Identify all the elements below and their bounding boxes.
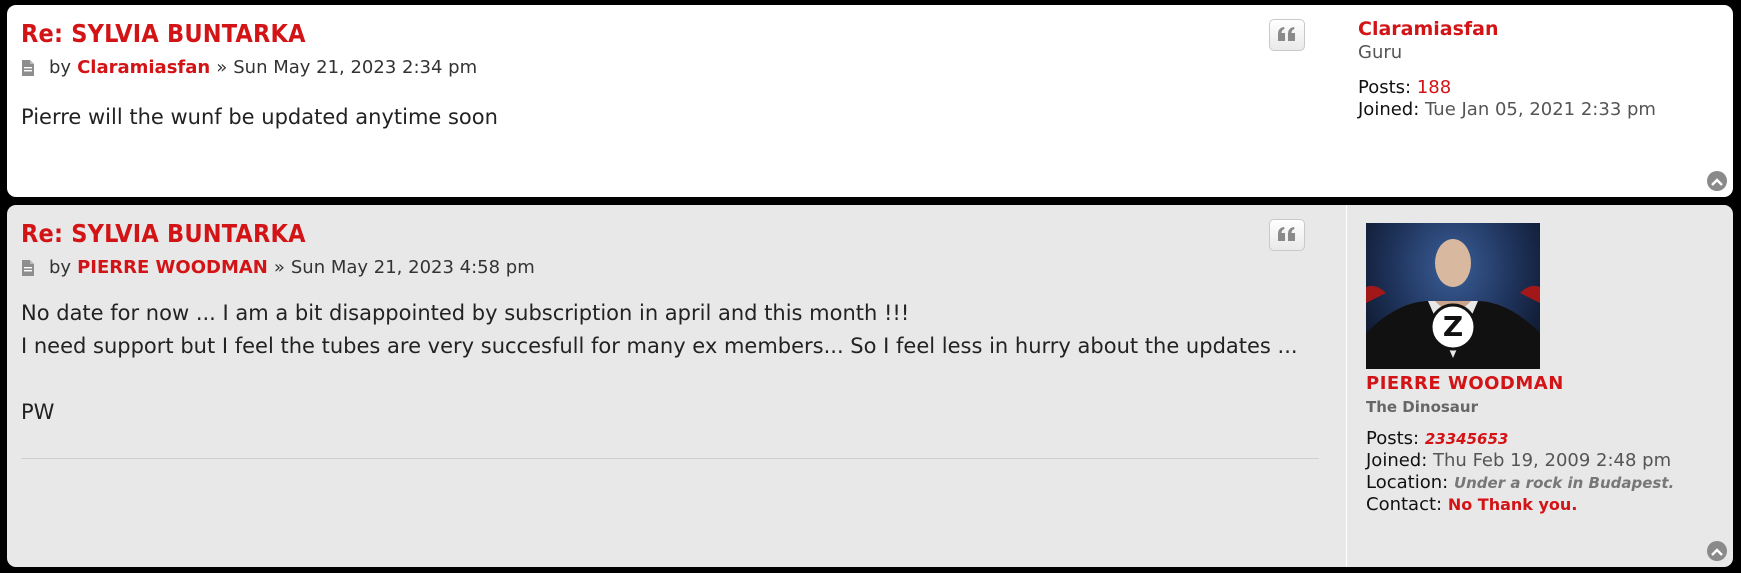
- back-to-top-button[interactable]: [1707, 541, 1727, 561]
- posts-label: Posts:: [1358, 77, 1412, 98]
- back-to-top-icon: [1711, 172, 1723, 191]
- location-value: Under a rock in Budapest.: [1453, 474, 1675, 492]
- post-content-signature: PW: [21, 400, 55, 424]
- quote-button[interactable]: [1269, 219, 1305, 251]
- posts-label: Posts:: [1366, 428, 1420, 449]
- profile-joined: Joined: Thu Feb 19, 2009 2:48 pm: [1366, 450, 1671, 472]
- contact-label: Contact:: [1366, 494, 1443, 515]
- post-profile: Z PIERRE WOODMAN The Dinosaur Posts: 233…: [1346, 205, 1723, 567]
- post-page-icon[interactable]: [21, 259, 35, 276]
- post-content: Pierre will the wunf be updated anytime …: [21, 101, 498, 134]
- post-content-line: [21, 363, 1298, 396]
- posts-count-link[interactable]: 23345653: [1425, 430, 1509, 448]
- profile-contact: Contact: No Thank you.: [1366, 494, 1577, 516]
- joined-value: Tue Jan 05, 2021 2:33 pm: [1425, 99, 1656, 120]
- profile-posts: Posts: 23345653: [1366, 428, 1508, 450]
- quote-button[interactable]: [1269, 19, 1305, 51]
- quote-icon: [1278, 26, 1296, 45]
- post-title[interactable]: Re: SYLVIA BUNTARKA: [21, 219, 306, 248]
- signature-divider: [21, 458, 1319, 459]
- post-content-line: No date for now ... I am a bit disappoin…: [21, 301, 910, 325]
- profile-rank: The Dinosaur: [1366, 398, 1479, 416]
- meta-separator: »: [273, 257, 285, 278]
- location-label: Location:: [1366, 472, 1449, 493]
- post-title[interactable]: Re: SYLVIA BUNTARKA: [21, 19, 306, 48]
- post-2: Re: SYLVIA BUNTARKA by PIERRE WOODMAN » …: [7, 205, 1733, 567]
- quote-icon: [1278, 226, 1296, 245]
- profile-posts: Posts: 188: [1358, 77, 1451, 99]
- by-label: by: [49, 257, 72, 278]
- meta-separator: »: [216, 57, 228, 78]
- post-meta: by PIERRE WOODMAN » Sun May 21, 2023 4:5…: [21, 257, 535, 278]
- joined-label: Joined:: [1366, 450, 1428, 471]
- post-content-line: I need support but I feel the tubes are …: [21, 334, 1298, 358]
- post-1: Re: SYLVIA BUNTARKA by Claramiasfan » Su…: [7, 5, 1733, 197]
- post-content-line: Pierre will the wunf be updated anytime …: [21, 105, 498, 129]
- back-to-top-button[interactable]: [1707, 171, 1727, 191]
- joined-value: Thu Feb 19, 2009 2:48 pm: [1433, 450, 1672, 471]
- post-content: No date for now ... I am a bit disappoin…: [21, 297, 1298, 429]
- post-author-link[interactable]: Claramiasfan: [77, 57, 210, 78]
- profile-username[interactable]: Claramiasfan: [1358, 18, 1499, 40]
- profile-username[interactable]: PIERRE WOODMAN: [1366, 373, 1564, 394]
- profile-location: Location: Under a rock in Budapest.: [1366, 472, 1674, 494]
- back-to-top-icon: [1711, 542, 1723, 561]
- posts-count-link[interactable]: 188: [1417, 77, 1451, 98]
- post-date: Sun May 21, 2023 2:34 pm: [233, 57, 478, 78]
- contact-value[interactable]: No Thank you.: [1448, 495, 1578, 514]
- post-meta: by Claramiasfan » Sun May 21, 2023 2:34 …: [21, 57, 477, 78]
- by-label: by: [49, 57, 72, 78]
- post-author-link[interactable]: PIERRE WOODMAN: [77, 257, 268, 278]
- post-page-icon[interactable]: [21, 59, 35, 76]
- joined-label: Joined:: [1358, 99, 1420, 120]
- profile-rank: Guru: [1358, 42, 1403, 63]
- avatar-letter: Z: [1443, 310, 1463, 343]
- avatar[interactable]: Z: [1366, 223, 1540, 369]
- post-date: Sun May 21, 2023 4:58 pm: [290, 257, 535, 278]
- post-profile: Claramiasfan Guru Posts: 188 Joined: Tue…: [1358, 5, 1723, 197]
- profile-joined: Joined: Tue Jan 05, 2021 2:33 pm: [1358, 99, 1656, 121]
